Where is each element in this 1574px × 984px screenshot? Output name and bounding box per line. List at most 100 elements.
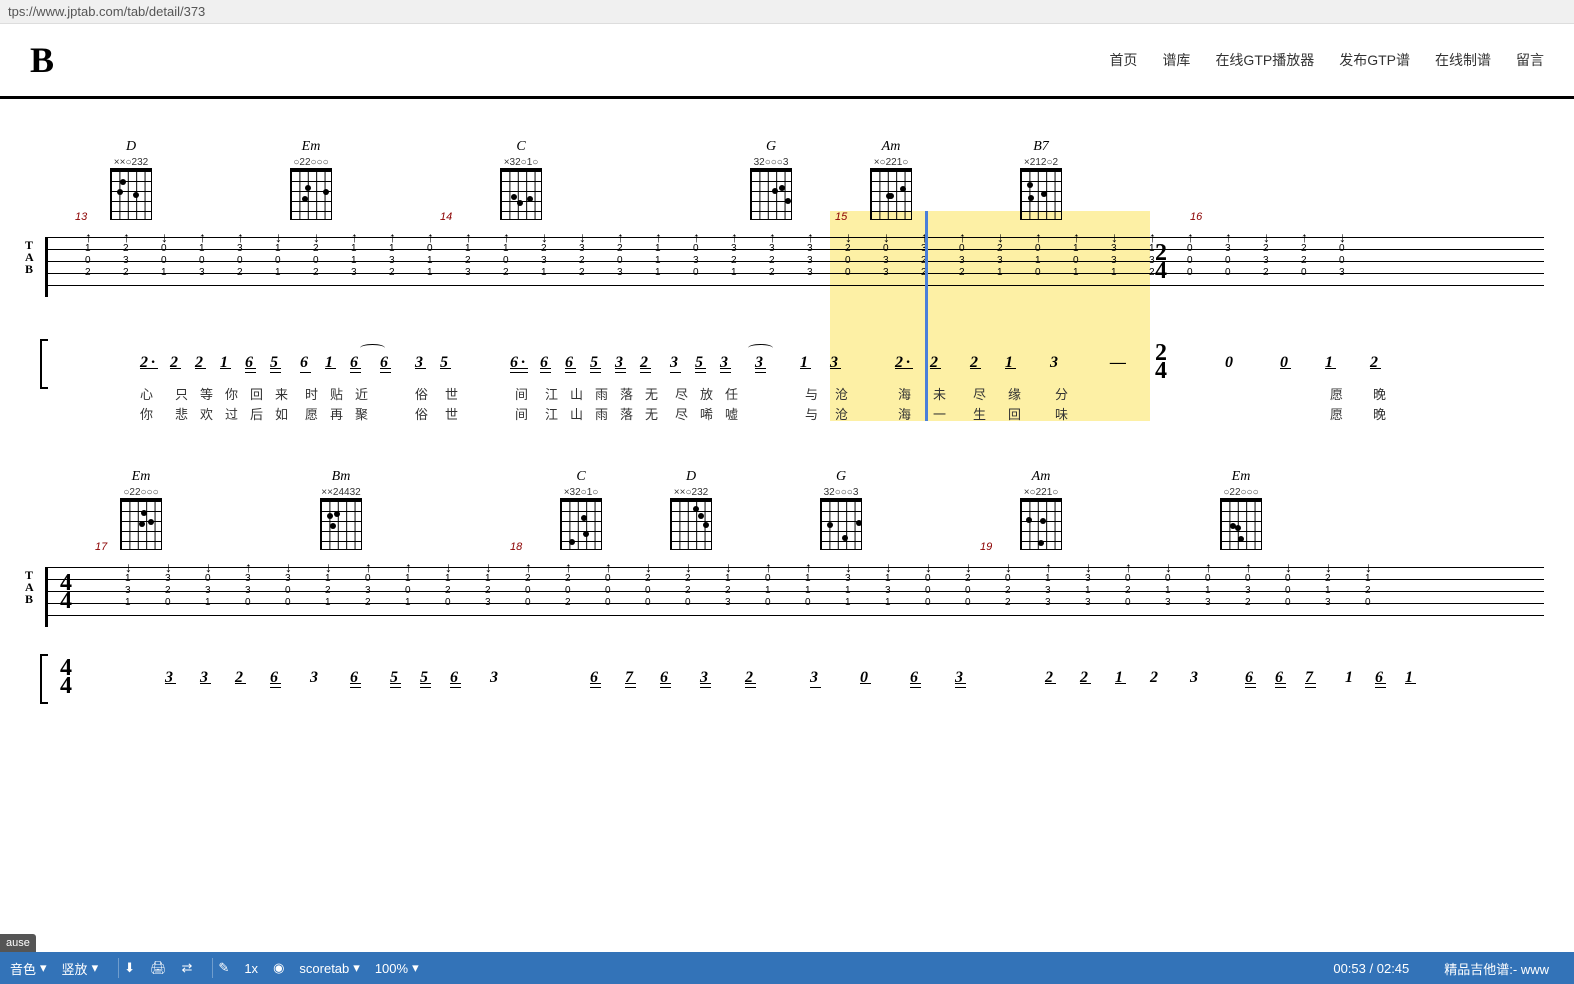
numeric-note: 2: [1080, 669, 1091, 687]
numeric-note: 5: [270, 354, 281, 373]
fret-number: 2: [123, 243, 129, 254]
lyric-character: 山: [570, 404, 583, 423]
nav-home[interactable]: 首页: [1109, 50, 1137, 70]
fret-number: 2: [965, 573, 971, 584]
chord-Em: Em○22○○○: [120, 469, 162, 550]
fret-number: 0: [165, 597, 171, 608]
staff-row-2: Em○22○○○Bm××24432C×32○1○D××○232G32○○○3Am…: [30, 469, 1544, 704]
numeric-note: 0: [860, 669, 871, 687]
print-icon[interactable]: 🖨: [150, 960, 167, 976]
fret-number: 3: [1263, 255, 1269, 266]
fret-number: 0: [1187, 243, 1193, 254]
fret-number: 1: [1073, 267, 1079, 278]
loop-icon[interactable]: ⇄: [182, 960, 193, 976]
nav-publish-gtp[interactable]: 发布GTP谱: [1339, 50, 1410, 70]
chord-D: D××○232: [110, 139, 152, 220]
brand-text: 精品吉他谱:- www: [1444, 959, 1549, 978]
lyric-character: 等: [200, 384, 213, 403]
numeric-note: 3: [700, 669, 711, 688]
numeric-note: 1: [1325, 354, 1336, 372]
fret-number: 0: [645, 585, 651, 596]
fret-number: 3: [807, 255, 813, 266]
chord-Em: Em○22○○○: [1220, 469, 1262, 550]
measure-number: 19: [980, 541, 992, 553]
fret-number: 3: [389, 255, 395, 266]
numeric-note: 2: [640, 354, 651, 373]
site-logo[interactable]: B: [30, 39, 54, 81]
fret-number: 1: [655, 267, 661, 278]
fret-number: 1: [805, 573, 811, 584]
fret-number: 3: [205, 585, 211, 596]
fret-number: 2: [959, 267, 965, 278]
track-dropdown[interactable]: scoretab▾: [299, 960, 359, 976]
fret-number: 2: [1325, 573, 1331, 584]
fret-number: 2: [1005, 585, 1011, 596]
chord-B7: B7×212○2: [1020, 139, 1062, 220]
tab-staff-2[interactable]: TAB 171819 ↓131↓320↓031↑330↓300↓121↑032↑…: [30, 559, 1544, 649]
fret-number: 3: [199, 267, 205, 278]
pause-button[interactable]: ause: [0, 934, 36, 952]
fret-number: 3: [125, 585, 131, 596]
numeric-note: 2: [235, 669, 246, 687]
tab-lines-1: [45, 237, 1544, 297]
fret-number: 1: [125, 573, 131, 584]
fret-number: 0: [845, 255, 851, 266]
measure-number: 16: [1190, 211, 1202, 223]
fret-number: 1: [1073, 243, 1079, 254]
chord-Em: Em○22○○○: [290, 139, 332, 220]
fret-number: 0: [161, 243, 167, 254]
zoom-dropdown[interactable]: 100%▾: [375, 960, 419, 976]
fret-number: 0: [1187, 255, 1193, 266]
lyric-character: 世: [445, 384, 458, 403]
numeric-note: 2: [745, 669, 756, 688]
chord-G: G32○○○3: [820, 469, 862, 550]
tone-dropdown[interactable]: 音色▾: [10, 959, 47, 978]
fret-number: 1: [845, 585, 851, 596]
download-icon[interactable]: ⬇: [124, 960, 135, 976]
numeric-note: 1: [325, 354, 336, 372]
chevron-down-icon: ▾: [412, 960, 419, 976]
chord-G: G32○○○3: [750, 139, 792, 220]
numeric-note: 2: [970, 354, 981, 372]
staff-row-1: D××○232Em○22○○○C×32○1○G32○○○3Am×○221○B7×…: [30, 139, 1544, 389]
playhead: [925, 211, 928, 421]
speed-control[interactable]: 1x: [244, 961, 258, 976]
fret-number: 3: [245, 585, 251, 596]
fret-number: 3: [997, 255, 1003, 266]
fret-number: 1: [85, 243, 91, 254]
nav-gtp-player[interactable]: 在线GTP播放器: [1215, 50, 1314, 70]
metronome-icon[interactable]: ◉: [273, 960, 284, 976]
nav-tabs-library[interactable]: 谱库: [1162, 50, 1190, 70]
lyric-character: 贴: [330, 384, 343, 403]
divider: [118, 958, 119, 978]
tab-clef: TAB: [25, 239, 34, 275]
fret-number: 1: [205, 597, 211, 608]
layout-dropdown[interactable]: 竖放▾: [62, 959, 99, 978]
fret-number: 2: [845, 243, 851, 254]
fret-number: 2: [123, 267, 129, 278]
nav-comments[interactable]: 留言: [1516, 50, 1544, 70]
lyric-character: 你: [140, 404, 153, 423]
fret-number: 1: [655, 255, 661, 266]
fret-number: 1: [541, 267, 547, 278]
lyric-character: 俗: [415, 404, 428, 423]
fret-number: 0: [85, 255, 91, 266]
fret-number: 1: [997, 267, 1003, 278]
tab-staff-1[interactable]: TAB 13141516 ↑102↑232↓001↑103↑302↓101↓20…: [30, 229, 1544, 319]
edit-icon[interactable]: ✎: [218, 960, 229, 976]
fret-number: 3: [1245, 585, 1251, 596]
fret-number: 0: [605, 585, 611, 596]
fret-number: 2: [313, 243, 319, 254]
fret-number: 3: [883, 267, 889, 278]
numeric-note: 6·: [510, 354, 528, 373]
fret-number: 1: [885, 573, 891, 584]
fret-number: 2: [237, 267, 243, 278]
fret-number: 0: [205, 573, 211, 584]
numeric-note: 5: [420, 669, 431, 688]
chevron-down-icon: ▾: [92, 960, 99, 976]
fret-number: 2: [325, 585, 331, 596]
numeric-note: —: [1110, 354, 1129, 372]
fret-number: 1: [731, 267, 737, 278]
numeric-note: 1: [220, 354, 231, 372]
nav-online-compose[interactable]: 在线制谱: [1435, 50, 1491, 70]
